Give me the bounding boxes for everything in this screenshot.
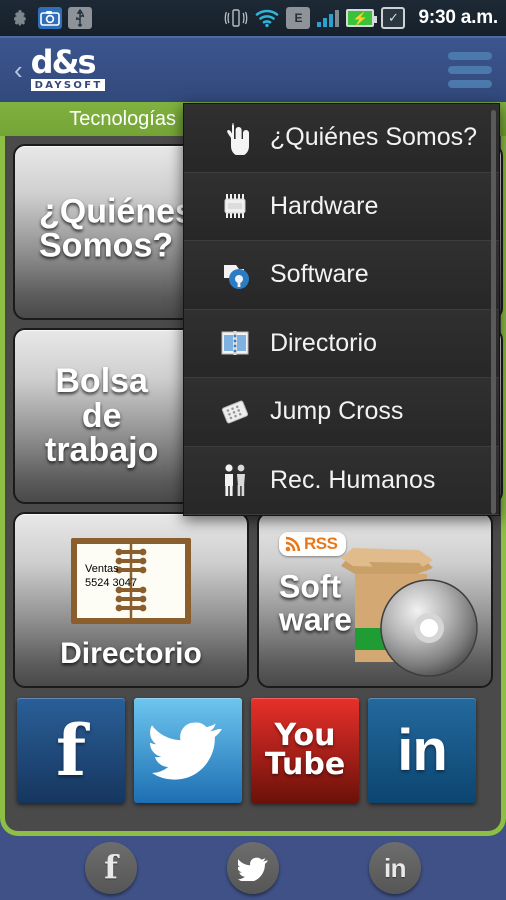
hamburger-icon[interactable] — [448, 52, 492, 88]
youtube-button[interactable]: You Tube — [251, 698, 359, 803]
battery-charging-icon: ⚡ — [346, 9, 378, 27]
directory-book-icon — [212, 329, 258, 357]
bottom-facebook-button[interactable]: f — [85, 842, 137, 894]
menu-item-label: Rec. Humanos — [270, 465, 436, 494]
bottom-social-bar: f in — [0, 836, 506, 900]
menu-item-label: Hardware — [270, 191, 379, 220]
menu-item-label: Jump Cross — [270, 397, 404, 426]
status-bar-right: E ⚡ ✓ 9:30 a.m. — [224, 6, 498, 30]
tile-label: Directorio — [60, 637, 202, 671]
linkedin-icon: in — [383, 852, 407, 883]
menu-item-hardware[interactable]: Hardware — [184, 172, 499, 241]
jump-cross-icon — [212, 397, 258, 427]
app-logo[interactable]: d&s DAYSOFT — [30, 43, 106, 91]
checkbox-icon: ✓ — [381, 7, 406, 29]
edge-icon: E — [286, 7, 311, 29]
menu-item-quienes-somos[interactable]: ¿Quiénes Somos? — [184, 104, 499, 173]
app-header: ‹ d&s DAYSOFT — [0, 36, 506, 102]
menu-item-label: ¿Quiénes Somos? — [270, 123, 478, 152]
twitter-button[interactable] — [134, 698, 242, 803]
linkedin-icon: in — [397, 717, 448, 783]
menu-item-jump-cross[interactable]: Jump Cross — [184, 378, 499, 447]
battery-bolt: ⚡ — [352, 10, 369, 26]
facebook-button[interactable]: f — [17, 698, 125, 803]
tile-software[interactable]: RSS Soft ware — [257, 512, 493, 688]
logo-subtext: DAYSOFT — [30, 78, 106, 91]
app-root: E ⚡ ✓ 9:30 a.m. ‹ d&s DAYSOFT Tecnología… — [0, 0, 506, 900]
tile-label: ¿Quiénes Somos? — [39, 191, 194, 265]
software-disc-icon — [212, 259, 258, 291]
tile-label: Soft ware — [279, 568, 352, 638]
pointing-hand-icon — [212, 121, 258, 155]
social-buttons-row: f You Tube in — [13, 698, 493, 803]
signal-icon — [317, 9, 340, 27]
bottom-twitter-button[interactable] — [227, 842, 279, 894]
notebook-line-2: 5524 3047 — [85, 577, 137, 589]
back-button[interactable]: ‹ — [14, 57, 23, 83]
rss-icon — [285, 536, 301, 552]
twitter-bird-icon — [150, 722, 222, 780]
bottom-linkedin-button[interactable]: in — [369, 842, 421, 894]
menu-item-rec-humanos[interactable]: Rec. Humanos — [184, 446, 499, 515]
people-icon — [212, 463, 258, 497]
youtube-icon: You Tube — [264, 718, 346, 782]
tile-directorio[interactable]: Ventas 5524 3047 Directorio — [13, 512, 249, 688]
wifi-icon — [255, 6, 279, 30]
notebook-line-1: Ventas — [85, 563, 119, 575]
notebook-icon: Ventas 5524 3047 — [67, 534, 195, 633]
menu-item-directorio[interactable]: Directorio — [184, 309, 499, 378]
facebook-icon: f — [55, 708, 87, 792]
dropdown-menu: ¿Quiénes Somos? Hardware Software Direct… — [183, 103, 500, 516]
chip-icon — [212, 191, 258, 221]
menu-item-software[interactable]: Software — [184, 241, 499, 310]
vibrate-icon — [224, 6, 248, 30]
status-bar-left — [8, 6, 92, 30]
twitter-bird-icon — [238, 857, 268, 881]
linkedin-button[interactable]: in — [368, 698, 476, 803]
app-icon — [8, 6, 32, 30]
menu-item-label: Directorio — [270, 328, 377, 357]
usb-icon — [68, 7, 92, 29]
status-bar-clock: 9:30 a.m. — [418, 7, 498, 28]
tile-label: Bolsa de trabajo — [45, 361, 159, 470]
logo-text: d&s — [30, 43, 97, 82]
status-bar: E ⚡ ✓ 9:30 a.m. — [0, 0, 506, 36]
tile-row-bottom: Ventas 5524 3047 Directorio RSS Soft war… — [13, 512, 493, 688]
edge-label: E — [294, 11, 303, 25]
facebook-icon: f — [104, 848, 118, 887]
camera-icon — [38, 7, 62, 29]
menu-scrollbar[interactable] — [491, 110, 496, 514]
menu-item-label: Software — [270, 260, 369, 289]
